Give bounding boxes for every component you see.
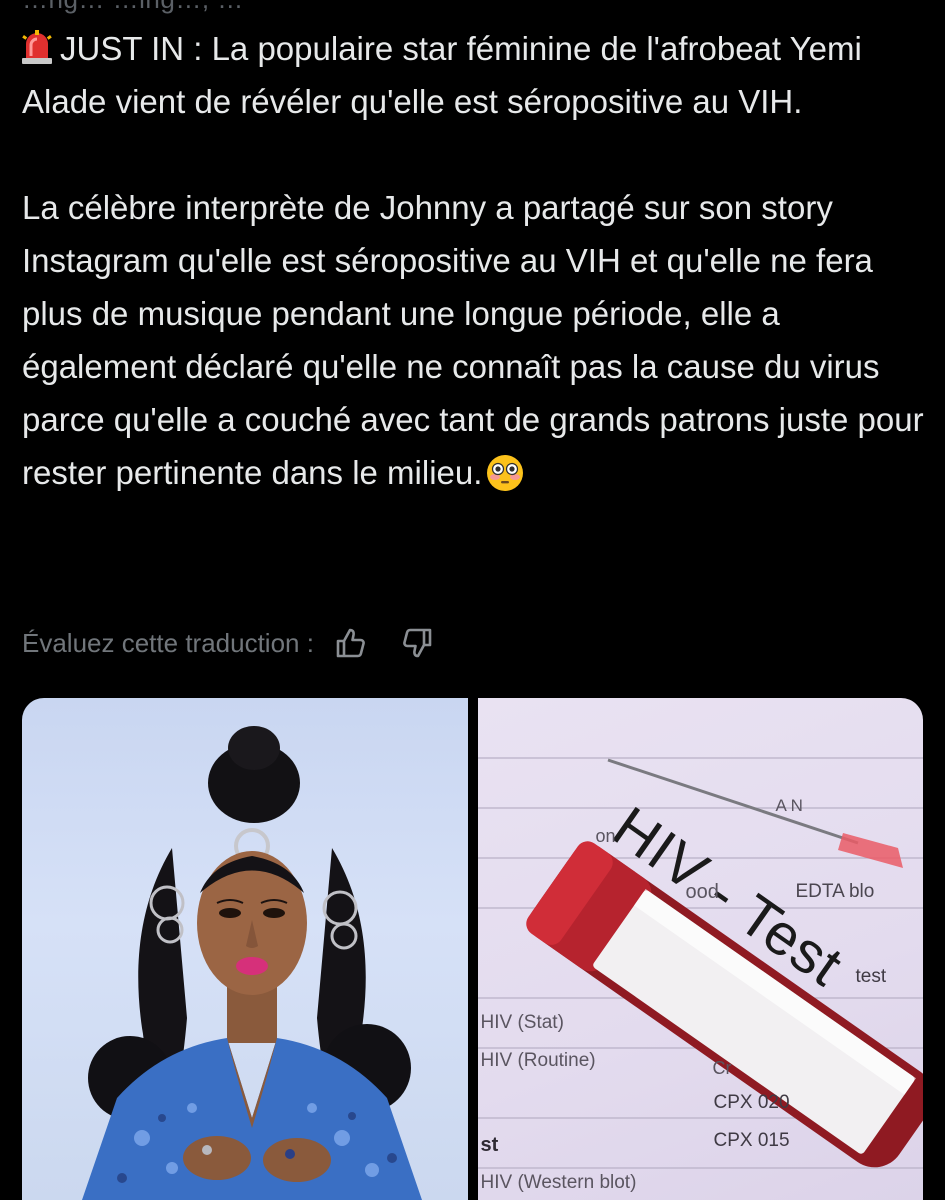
rate-translation-label: Évaluez cette traduction : [22,627,314,658]
translation-rating-row: Évaluez cette traduction : [22,618,436,668]
form-western-blot: HIV (Western blot) [480,1172,637,1193]
form-cpx020: CPX 020 [713,1092,790,1113]
form-hiv-routine: HIV (Routine) [480,1050,596,1071]
tweet-paragraph-1-text: JUST IN : La populaire star féminine de … [22,30,862,120]
tweet-media-grid: HIV - Test A N on ood EDTA blo test HIV … [22,698,923,1200]
form-test: test [855,966,887,987]
cut-off-text: …ng… …ing…, … [22,0,244,14]
hiv-test-tube-image[interactable]: HIV - Test A N on ood EDTA blo test HIV … [477,698,923,1200]
siren-emoji-icon [22,26,52,64]
tweet-paragraph-2-text: La célèbre interprète de Johnny a partag… [22,189,924,491]
form-con: on [595,826,616,846]
tweet-text: JUST IN : La populaire star féminine de … [22,22,927,499]
form-cr: Cr [712,1058,732,1078]
form-cpx015: CPX 015 [713,1130,790,1151]
flushed-face-emoji-icon [486,454,524,492]
tweet-paragraph-2: La célèbre interprète de Johnny a partag… [22,181,927,499]
thumbs-up-icon[interactable] [332,625,368,661]
thumbs-down-icon[interactable] [400,625,436,661]
form-ood: ood [685,881,719,903]
form-an: A N [775,796,803,815]
tweet-paragraph-1: JUST IN : La populaire star féminine de … [22,22,927,128]
artist-portrait-image[interactable] [22,698,468,1200]
form-st: st [480,1134,499,1156]
previous-line-fragment: …ng… …ing…, … [0,0,945,14]
form-hiv-stat: HIV (Stat) [480,1012,564,1033]
form-edta: EDTA blo [795,881,875,902]
